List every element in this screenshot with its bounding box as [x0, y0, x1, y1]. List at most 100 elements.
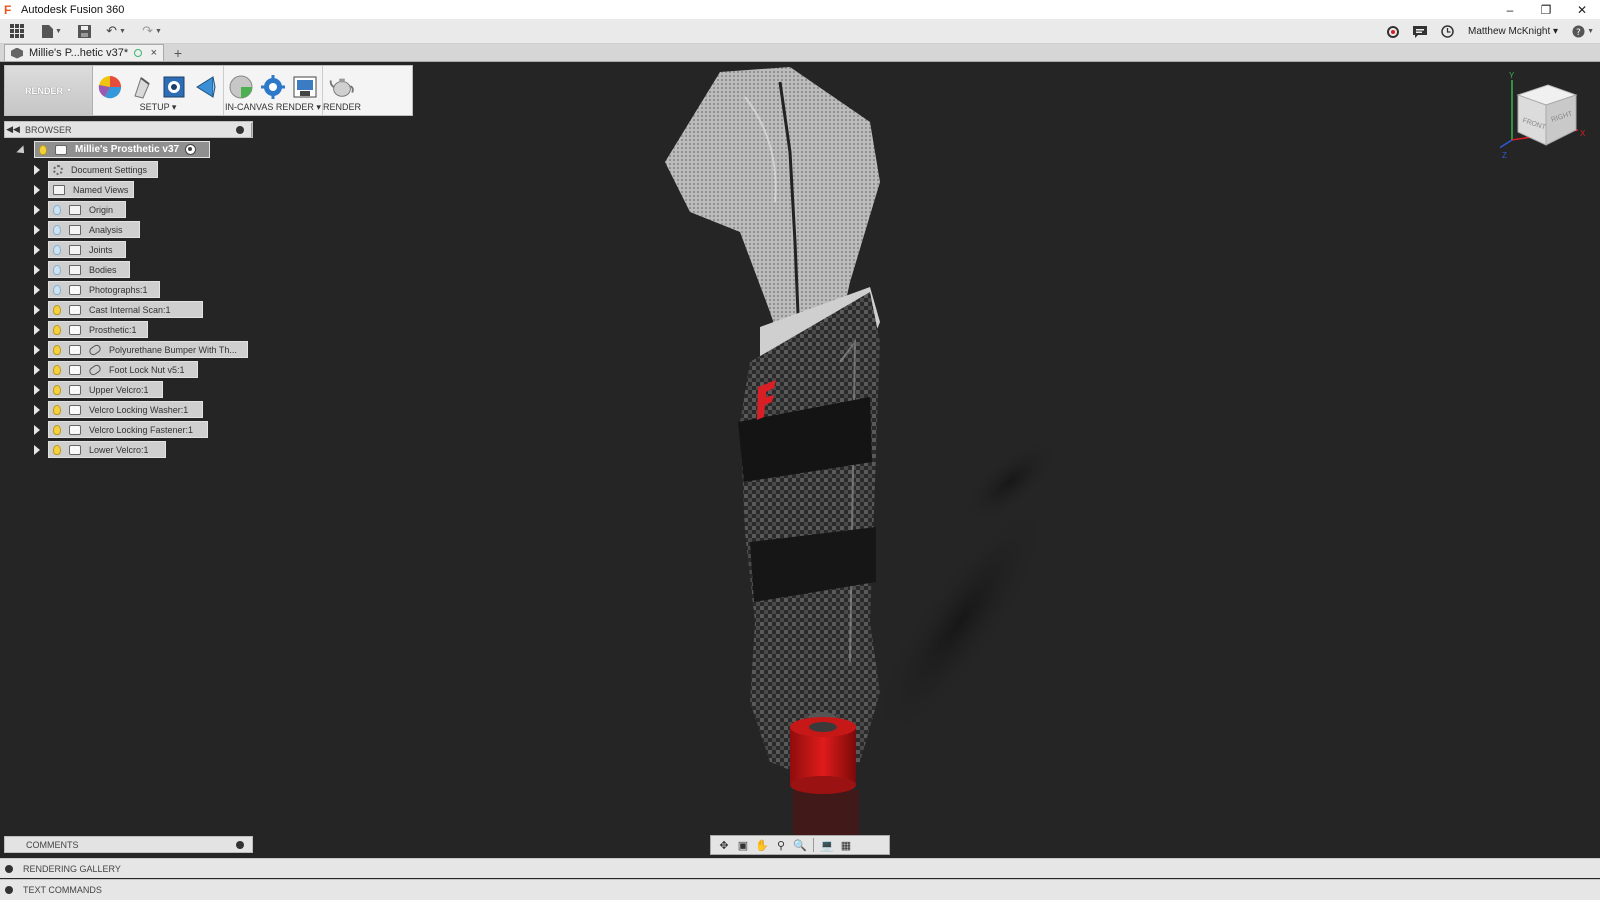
workspace-switcher[interactable]: RENDER ▼ — [5, 66, 93, 115]
text-commands-bar[interactable]: TEXT COMMANDS — [0, 879, 1600, 900]
pin-icon[interactable] — [236, 126, 244, 134]
ribbon-toolbar: RENDER ▼ SETUP ▾ IN-CANVAS RENDER ▾ REND… — [4, 65, 413, 116]
browser-node[interactable]: Velcro Locking Washer:1 — [48, 401, 203, 418]
browser-node[interactable]: Analysis — [48, 221, 140, 238]
visibility-bulb-icon[interactable] — [53, 204, 61, 215]
expand-text-commands-icon[interactable] — [5, 886, 13, 894]
render-canvas[interactable] — [0, 62, 1600, 857]
minimize-button[interactable]: – — [1492, 0, 1528, 19]
save-icon[interactable] — [70, 20, 98, 42]
zoom-icon[interactable]: ⚲ — [773, 838, 789, 852]
render-group-label[interactable]: RENDER — [323, 102, 361, 112]
browser-node[interactable]: Cast Internal Scan:1 — [48, 301, 203, 318]
browser-node[interactable]: Document Settings — [48, 161, 158, 178]
document-tab-bar: Millie's P...hetic v37* × + — [0, 44, 1600, 62]
render-settings-gear-icon[interactable] — [260, 74, 286, 100]
comments-panel[interactable]: COMMENTS — [4, 836, 253, 853]
browser-node[interactable]: Origin — [48, 201, 126, 218]
restore-button[interactable]: ❐ — [1528, 0, 1564, 19]
visibility-bulb-icon[interactable] — [53, 244, 61, 255]
appearance-icon[interactable] — [97, 74, 123, 100]
rendering-gallery-bar[interactable]: RENDERING GALLERY — [0, 858, 1600, 878]
close-window-button[interactable]: ✕ — [1564, 0, 1600, 19]
visibility-bulb-icon[interactable] — [53, 304, 61, 315]
browser-node[interactable]: Upper Velcro:1 — [48, 381, 163, 398]
render-teapot-icon[interactable] — [329, 74, 355, 100]
browser-node[interactable]: Prosthetic:1 — [48, 321, 148, 338]
capture-image-icon[interactable] — [292, 74, 318, 100]
browser-node-label: Joints — [89, 244, 113, 255]
document-tab[interactable]: Millie's P...hetic v37* × — [4, 44, 164, 61]
root-component[interactable]: Millie's Prosthetic v37 — [34, 141, 210, 158]
redo-icon[interactable]: ↷ ▼ — [134, 20, 170, 42]
physical-material-icon[interactable] — [129, 74, 155, 100]
scene-settings-icon[interactable] — [161, 74, 187, 100]
browser-node[interactable]: Foot Lock Nut v5:1 — [48, 361, 198, 378]
visibility-bulb-icon[interactable] — [53, 264, 61, 275]
expand-arrow-icon[interactable] — [34, 185, 40, 195]
expand-arrow-icon[interactable] — [34, 405, 40, 415]
visibility-bulb-icon[interactable] — [53, 224, 61, 235]
expand-arrow-icon[interactable] — [34, 425, 40, 435]
resize-grip[interactable] — [251, 123, 254, 137]
pan-hand-icon[interactable]: ✋ — [754, 838, 770, 852]
help-icon[interactable]: ? ▼ — [1572, 21, 1594, 43]
browser-node[interactable]: Named Views — [48, 181, 134, 198]
expand-gallery-icon[interactable] — [5, 864, 13, 873]
folder-icon — [53, 184, 65, 195]
undo-icon[interactable]: ↶ ▼ — [98, 20, 134, 42]
file-menu-icon[interactable]: ▼ — [34, 20, 70, 42]
expand-arrow-icon[interactable] — [34, 365, 40, 375]
grid-settings-icon[interactable]: ▦ — [838, 838, 854, 852]
window-controls: – ❐ ✕ — [1492, 0, 1600, 19]
expand-arrow-icon[interactable] — [34, 445, 40, 455]
visibility-bulb-icon[interactable] — [53, 384, 61, 395]
visibility-bulb-icon[interactable] — [39, 144, 47, 155]
collapse-panel-icon[interactable]: ◀◀ — [5, 124, 21, 135]
job-status-clock-icon[interactable] — [1441, 21, 1454, 43]
browser-node[interactable]: Lower Velcro:1 — [48, 441, 166, 458]
expand-arrow-icon[interactable] — [34, 385, 40, 395]
expand-arrow-icon[interactable] — [34, 285, 40, 295]
visibility-bulb-icon[interactable] — [53, 364, 61, 375]
activate-target-icon[interactable] — [185, 144, 197, 155]
link-icon — [87, 342, 103, 357]
expand-arrow-icon[interactable] — [34, 345, 40, 355]
notifications-icon[interactable] — [1412, 21, 1427, 43]
in-canvas-render-label[interactable]: IN-CANVAS RENDER ▾ — [225, 102, 321, 113]
visibility-bulb-icon[interactable] — [53, 404, 61, 415]
user-account-menu[interactable]: Matthew McKnight ▾ — [1468, 26, 1558, 37]
visibility-bulb-icon[interactable] — [53, 424, 61, 435]
expand-arrow-icon[interactable] — [34, 165, 40, 175]
record-icon[interactable] — [1386, 25, 1399, 38]
data-panel-grid-icon[interactable] — [0, 20, 34, 42]
in-canvas-render-icon[interactable] — [228, 74, 254, 100]
expand-arrow-icon[interactable] — [34, 245, 40, 255]
expand-arrow-icon[interactable] — [34, 265, 40, 275]
expand-arrow-icon[interactable] — [34, 225, 40, 235]
browser-node[interactable]: Joints — [48, 241, 126, 258]
fit-zoom-icon[interactable]: 🔍 — [792, 838, 808, 852]
visibility-bulb-icon[interactable] — [53, 344, 61, 355]
new-tab-icon[interactable]: + — [170, 45, 186, 61]
browser-node[interactable]: Bodies — [48, 261, 130, 278]
viewcube[interactable]: Y X Z FRONT RIGHT — [1495, 70, 1590, 160]
setup-group-label[interactable]: SETUP ▾ — [140, 102, 177, 113]
comments-add-icon[interactable] — [236, 841, 244, 849]
browser-node[interactable]: Polyurethane Bumper With Th... — [48, 341, 248, 358]
display-settings-icon[interactable]: 💻 — [819, 838, 835, 852]
component-icon — [69, 324, 81, 335]
visibility-bulb-icon[interactable] — [53, 324, 61, 335]
orbit-icon[interactable]: ✥ — [716, 838, 732, 852]
browser-node[interactable]: Photographs:1 — [48, 281, 160, 298]
browser-node[interactable]: Velcro Locking Fastener:1 — [48, 421, 208, 438]
expand-arrow-icon[interactable] — [34, 305, 40, 315]
look-at-icon[interactable]: ▣ — [735, 838, 751, 852]
expand-arrow-icon[interactable] — [34, 205, 40, 215]
decal-icon[interactable] — [193, 74, 219, 100]
expand-arrow-icon[interactable] — [34, 325, 40, 335]
visibility-bulb-icon[interactable] — [53, 284, 61, 295]
browser-panel-header[interactable]: ◀◀ BROWSER — [4, 121, 253, 138]
visibility-bulb-icon[interactable] — [53, 444, 61, 455]
close-tab-icon[interactable]: × — [151, 47, 157, 59]
